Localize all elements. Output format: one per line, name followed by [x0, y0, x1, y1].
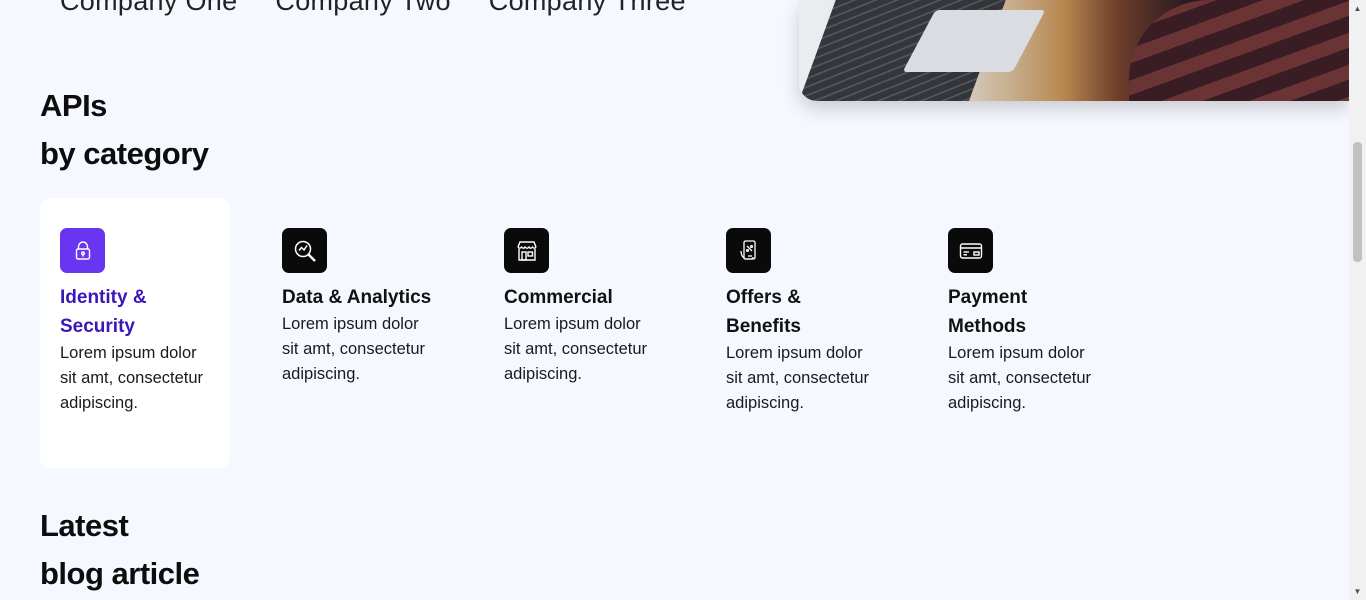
lock-icon — [60, 228, 105, 273]
category-card-payment-methods[interactable]: Payment Methods Lorem ipsum dolor sit am… — [928, 198, 1118, 468]
category-cards: Identity & Security Lorem ipsum dolor si… — [40, 198, 1118, 468]
blog-title-line1: Latest — [40, 508, 129, 543]
scrollbar-thumb[interactable] — [1353, 142, 1362, 262]
person-sleeve — [1129, 0, 1349, 101]
category-title: Offers & Benefits — [726, 287, 801, 337]
category-title: Commercial — [504, 287, 613, 308]
analytics-icon — [282, 228, 327, 273]
storefront-icon — [504, 228, 549, 273]
company-logo-2: Company Two — [275, 0, 451, 16]
company-logos: Company One Company Two Company Three — [60, 0, 686, 17]
apis-title-line1: APIs — [40, 88, 107, 123]
category-card-offers-benefits[interactable]: Offers & Benefits Lorem ipsum dolor sit … — [706, 198, 896, 468]
category-description: Lorem ipsum dolor sit amt, consectetur a… — [504, 315, 648, 383]
scroll-up-arrow-icon[interactable]: ▲ — [1349, 0, 1366, 17]
blog-title-line2: blog article — [40, 556, 200, 591]
vertical-scrollbar[interactable]: ▲ ▼ — [1349, 0, 1366, 600]
blog-section-title: Latest blog article — [40, 502, 200, 598]
company-logo-3: Company Three — [488, 0, 686, 16]
category-description: Lorem ipsum dolor sit amt, consectetur a… — [60, 344, 204, 412]
category-card-identity-security[interactable]: Identity & Security Lorem ipsum dolor si… — [40, 198, 230, 468]
category-card-commercial[interactable]: Commercial Lorem ipsum dolor sit amt, co… — [484, 198, 674, 468]
hero-laptop-photo — [799, 0, 1349, 101]
category-title: Payment Methods — [948, 287, 1028, 337]
scroll-down-arrow-icon[interactable]: ▼ — [1349, 583, 1366, 600]
category-description: Lorem ipsum dolor sit amt, consectetur a… — [948, 344, 1092, 412]
apis-title-line2: by category — [40, 136, 209, 171]
category-description: Lorem ipsum dolor sit amt, consectetur a… — [726, 344, 870, 412]
category-title: Data & Analytics — [282, 287, 432, 308]
category-title: Identity & Security — [60, 287, 147, 337]
credit-card-icon — [948, 228, 993, 273]
category-card-data-analytics[interactable]: Data & Analytics Lorem ipsum dolor sit a… — [262, 198, 452, 468]
company-logo-1: Company One — [60, 0, 238, 16]
mobile-offer-icon — [726, 228, 771, 273]
apis-section-title: APIs by category — [40, 82, 209, 178]
category-description: Lorem ipsum dolor sit amt, consectetur a… — [282, 315, 426, 383]
